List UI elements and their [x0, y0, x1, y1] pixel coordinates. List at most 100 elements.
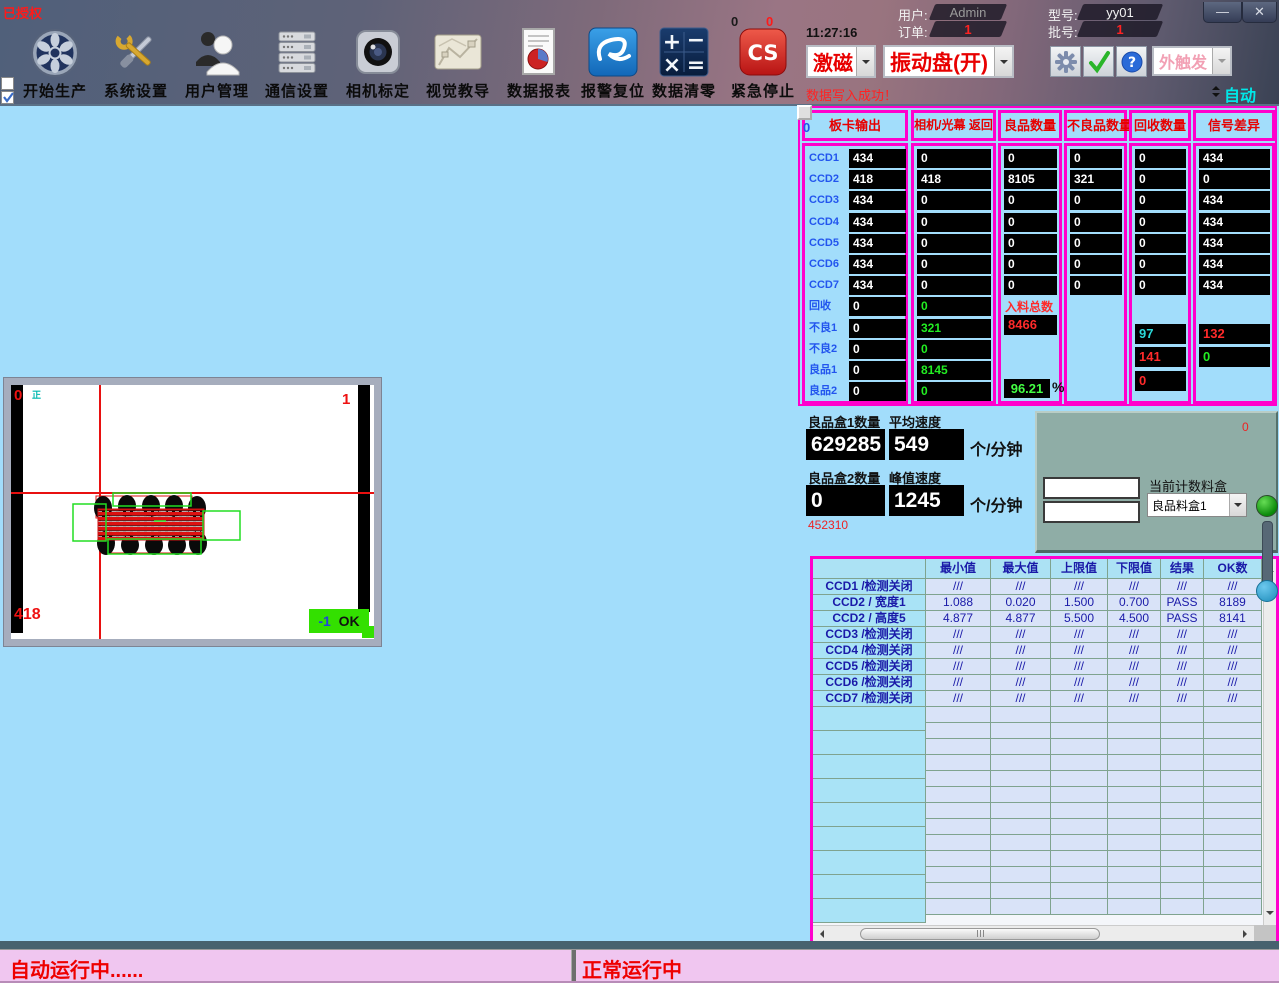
bt-empty-cell	[1161, 819, 1204, 835]
bt-vscrollbar[interactable]	[1263, 559, 1276, 925]
bt-row-label: CCD7 /检测关闭	[813, 691, 926, 707]
bt-empty-cell	[1108, 739, 1161, 755]
tray-input-1[interactable]	[1043, 477, 1140, 499]
bt-cell: ///	[1051, 643, 1108, 659]
toolbar-item-10[interactable]: CS 紧急停止	[717, 26, 809, 102]
authorized-label: 已授权	[3, 6, 43, 21]
toolbar-checkbox-bottom[interactable]	[1, 91, 14, 104]
bt-empty-cell	[1204, 707, 1262, 723]
bt-empty-cell	[1108, 819, 1161, 835]
status-right-text: 正常运行中	[582, 960, 682, 982]
toolbar-item-4[interactable]: 通信设置	[251, 26, 343, 102]
bt-empty-cell	[1161, 851, 1204, 867]
tray-dropdown-arrow[interactable]	[1229, 494, 1246, 516]
trigger-combobox[interactable]: 外触发	[1152, 46, 1232, 76]
stop-counter-right: 0	[766, 14, 774, 29]
bt-cell: ///	[1204, 675, 1262, 691]
value-cell: 434	[1199, 191, 1270, 210]
auto-spinner-down[interactable]	[1212, 93, 1220, 101]
value-cell: 0	[849, 319, 906, 338]
column-header-2: 相机/光幕 返回	[911, 110, 996, 141]
toolbar-item-5[interactable]: 相机标定	[332, 26, 424, 102]
row-label: CCD4	[809, 216, 839, 228]
slider-handle-ball[interactable]	[1256, 580, 1278, 602]
table-corner-checkbox[interactable]	[797, 105, 812, 120]
bt-empty-cell	[1161, 723, 1204, 739]
bt-empty-cell	[926, 867, 991, 883]
vibration-combobox[interactable]: 振动盘(开)	[883, 45, 1014, 78]
toolbar-item-1[interactable]: 开始生产	[9, 26, 101, 102]
value-cell: 0	[1135, 234, 1186, 253]
bt-empty-cell	[926, 835, 991, 851]
value-cell: 0	[917, 191, 991, 210]
gear-icon	[1054, 50, 1077, 73]
bt-empty-cell	[926, 707, 991, 723]
bt-row-label: CCD4 /检测关闭	[813, 643, 926, 659]
bt-empty-cell	[1108, 707, 1161, 723]
yield-percent-unit: %	[1052, 379, 1065, 395]
close-button[interactable]: ✕	[1242, 2, 1277, 23]
write-status-text: 数据写入成功！	[806, 88, 898, 103]
checkmark-icon	[1088, 50, 1110, 73]
toolbar-item-label: 用户管理	[184, 83, 249, 100]
bt-empty-cell	[1108, 899, 1161, 915]
scroll-down-arrow[interactable]	[1266, 911, 1274, 919]
bt-empty-cell	[1051, 883, 1108, 899]
help-button[interactable]: ?	[1116, 46, 1147, 77]
camera-marker-right: 1	[342, 391, 351, 408]
clock: 11:27:16	[806, 25, 858, 40]
toolbar-item-3[interactable]: 用户管理	[171, 26, 263, 102]
bt-column-header: OK数	[1204, 559, 1262, 579]
bt-empty-cell	[1204, 739, 1262, 755]
value-cell: 418	[849, 170, 906, 189]
scroll-left-arrow[interactable]	[816, 930, 824, 938]
peak-speed-value: 1245	[889, 485, 964, 516]
scroll-right-arrow[interactable]	[1243, 930, 1251, 938]
row-label: 不良1	[809, 322, 838, 334]
bt-cell: 1.500	[1051, 595, 1108, 611]
bt-cell: PASS	[1161, 611, 1204, 627]
column-body-5: 0 0 0 0 0 0 0 97 141 0	[1129, 143, 1191, 404]
toolbar-checkbox-top[interactable]	[1, 77, 14, 90]
toolbar-item-6[interactable]: 视觉教导	[412, 26, 504, 102]
tray-select[interactable]: 良品料盒1	[1147, 493, 1247, 517]
users-icon	[196, 32, 240, 76]
bt-empty-label	[813, 875, 926, 899]
bt-empty-cell	[1051, 851, 1108, 867]
bt-empty-label	[813, 755, 926, 779]
bt-cell: 0.700	[1108, 595, 1161, 611]
result-text: OK	[338, 613, 360, 629]
excite-combobox[interactable]: 激磁	[806, 45, 876, 78]
vibration-dropdown-arrow[interactable]	[994, 47, 1012, 76]
bt-cell: ///	[1051, 659, 1108, 675]
minimize-button[interactable]: —	[1203, 2, 1242, 23]
serial-number: 452310	[808, 518, 849, 532]
bt-empty-cell	[1051, 803, 1108, 819]
value-cell: 0	[1004, 276, 1057, 295]
value-cell: 434	[1199, 255, 1270, 274]
bt-empty-label	[813, 827, 926, 851]
bt-cell: ///	[926, 675, 991, 691]
bt-empty-cell	[1161, 771, 1204, 787]
confirm-check-button[interactable]	[1083, 46, 1114, 77]
tray-input-2[interactable]	[1043, 501, 1140, 523]
toolbar-item-2[interactable]: 系统设置	[90, 26, 182, 102]
extra-value-cell: 132	[1199, 324, 1270, 344]
bt-cell: ///	[991, 579, 1051, 595]
wind-icon	[588, 27, 638, 77]
bt-hscrollbar[interactable]	[813, 925, 1254, 942]
value-cell: 0	[849, 361, 906, 380]
bt-empty-cell	[926, 755, 991, 771]
slider-handle-stem[interactable]	[1262, 521, 1273, 587]
svg-text:CS: CS	[748, 41, 779, 65]
bt-cell: ///	[1108, 691, 1161, 707]
bt-empty-cell	[1108, 755, 1161, 771]
stop-counter-left: 0	[731, 14, 739, 29]
settings-gear-button[interactable]	[1050, 46, 1081, 77]
column-body-3: 0 8105 0 0 0 0 0 入料总数 8466 96.21%	[998, 143, 1065, 404]
hscroll-thumb[interactable]	[860, 928, 1100, 940]
auto-spinner-up[interactable]	[1212, 82, 1220, 90]
extra-value-cell: 97	[1135, 324, 1186, 344]
bt-cell: ///	[926, 691, 991, 707]
excite-dropdown-arrow[interactable]	[856, 47, 874, 76]
